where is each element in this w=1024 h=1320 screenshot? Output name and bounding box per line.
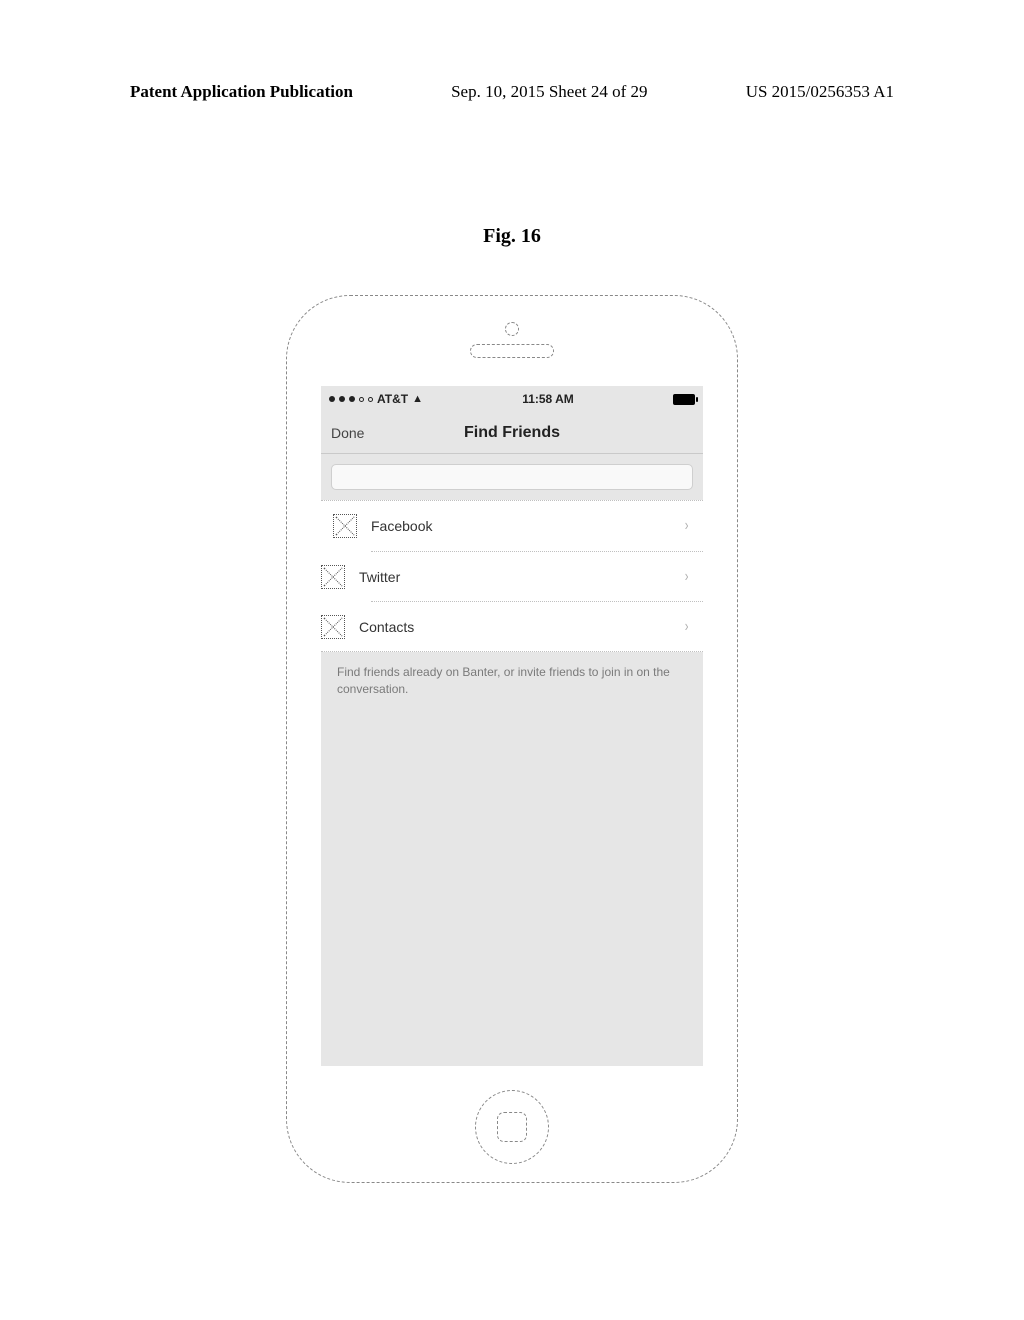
signal-dot-icon (349, 396, 355, 402)
list-item-contacts[interactable]: Contacts › (371, 601, 703, 651)
footer-hint: Find friends already on Banter, or invit… (321, 652, 703, 711)
placeholder-icon (321, 565, 345, 589)
phone-frame: AT&T ▲ 11:58 AM Done Find Friends Facebo… (286, 295, 738, 1183)
placeholder-icon (333, 514, 357, 538)
signal-dot-icon (339, 396, 345, 402)
doc-header: Patent Application Publication Sep. 10, … (130, 82, 894, 102)
nav-bar: Done Find Friends (321, 412, 703, 454)
camera-icon (505, 322, 519, 336)
carrier-label: AT&T (377, 392, 408, 406)
doc-header-center: Sep. 10, 2015 Sheet 24 of 29 (451, 82, 647, 102)
battery-icon (673, 394, 695, 405)
status-bar-left: AT&T ▲ (329, 392, 423, 406)
list-item-twitter[interactable]: Twitter › (371, 551, 703, 601)
doc-header-left: Patent Application Publication (130, 82, 353, 102)
figure-caption: Fig. 16 (0, 225, 1024, 248)
list-item-label: Twitter (359, 569, 684, 585)
signal-dot-icon (368, 397, 373, 402)
search-input[interactable] (331, 464, 693, 490)
wifi-icon: ▲ (412, 393, 423, 405)
home-button[interactable] (475, 1090, 549, 1164)
list-item-facebook[interactable]: Facebook › (321, 501, 703, 551)
signal-dot-icon (329, 396, 335, 402)
status-bar: AT&T ▲ 11:58 AM (321, 386, 703, 412)
options-list: Facebook › Twitter › Contacts › (321, 500, 703, 652)
list-item-label: Contacts (359, 619, 684, 635)
speaker-slot (470, 344, 554, 358)
page-title: Find Friends (321, 424, 703, 442)
chevron-right-icon: › (684, 568, 688, 586)
done-button[interactable]: Done (331, 425, 364, 441)
doc-header-right: US 2015/0256353 A1 (746, 82, 894, 102)
home-button-glyph-icon (497, 1112, 527, 1142)
chevron-right-icon: › (684, 618, 688, 636)
placeholder-icon (321, 615, 345, 639)
chevron-right-icon: › (684, 517, 688, 535)
search-container (321, 454, 703, 500)
list-item-label: Facebook (371, 518, 684, 534)
signal-dot-icon (359, 397, 364, 402)
status-time: 11:58 AM (522, 392, 574, 406)
phone-screen: AT&T ▲ 11:58 AM Done Find Friends Facebo… (321, 386, 703, 1066)
